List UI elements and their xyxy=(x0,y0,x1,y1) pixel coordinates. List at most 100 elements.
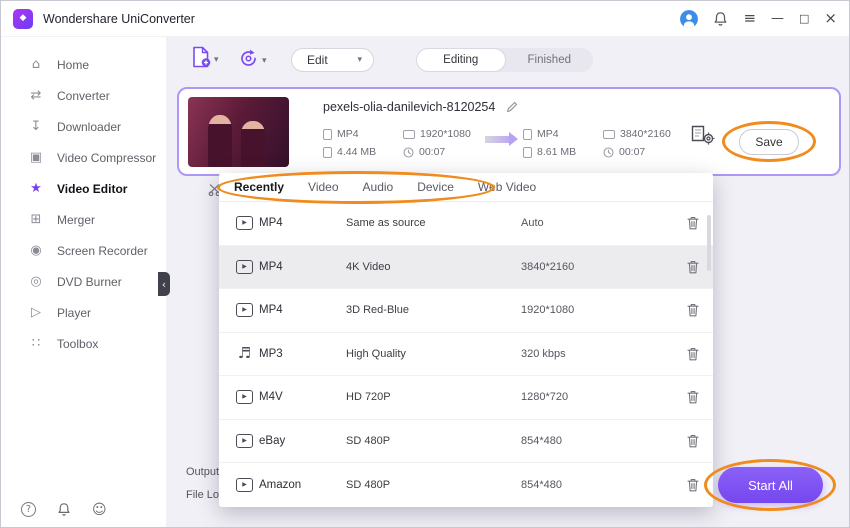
add-file-button[interactable]: ▾ xyxy=(192,46,219,68)
sidebar-item-label: Converter xyxy=(57,88,110,103)
video-format-icon: ▶ xyxy=(236,259,253,274)
sidebar-item-label: Toolbox xyxy=(57,336,99,351)
target-duration-value: 00:07 xyxy=(619,146,646,158)
format-description: HD 720P xyxy=(346,391,391,404)
sidebar-item-screen-recorder[interactable]: ◉ Screen Recorder xyxy=(1,235,166,266)
format-name: MP4 xyxy=(259,304,283,317)
tab-audio[interactable]: Audio xyxy=(363,180,394,194)
close-icon[interactable]: × xyxy=(824,11,837,26)
format-row[interactable]: ♬ MP3 High Quality 320 kbps xyxy=(219,333,713,376)
delete-icon[interactable] xyxy=(687,390,699,404)
delete-icon[interactable] xyxy=(687,347,699,361)
target-duration: 00:07 xyxy=(603,146,645,158)
convert-preset-button[interactable]: ▾ xyxy=(238,48,267,69)
start-all-button[interactable]: Start All xyxy=(718,467,823,503)
chevron-down-icon: ▾ xyxy=(357,54,362,65)
chevron-down-icon: ▾ xyxy=(262,56,267,66)
convert-arrow-icon xyxy=(485,132,518,146)
video-format-icon: ▶ xyxy=(236,433,253,448)
format-description: SD 480P xyxy=(346,478,391,491)
source-size: 4.44 MB xyxy=(323,146,376,158)
video-format-icon: ▶ xyxy=(236,216,253,231)
format-row[interactable]: ▶ M4V HD 720P 1280*720 xyxy=(219,376,713,420)
format-row[interactable]: ▶ Amazon SD 480P 854*480 xyxy=(219,463,713,507)
user-avatar[interactable] xyxy=(680,9,699,28)
music-format-icon: ♬ xyxy=(237,344,252,363)
format-quality: 1280*720 xyxy=(521,391,569,404)
sidebar-item-label: Merger xyxy=(57,212,96,227)
tab-recently[interactable]: Recently xyxy=(234,180,284,194)
file-size-icon xyxy=(323,146,332,158)
delete-icon[interactable] xyxy=(687,434,699,448)
tab-finished[interactable]: Finished xyxy=(506,48,594,72)
format-name: MP4 xyxy=(259,260,283,273)
sidebar-item-converter[interactable]: ⇄ Converter xyxy=(1,80,166,111)
notification-icon[interactable] xyxy=(713,11,728,27)
target-size-value: 8.61 MB xyxy=(537,146,577,158)
sidebar-item-downloader[interactable]: ↧ Downloader xyxy=(1,111,166,142)
delete-icon[interactable] xyxy=(687,216,699,230)
sidebar-item-dvd-burner[interactable]: ◎ DVD Burner xyxy=(1,266,166,297)
output-label: Output xyxy=(186,466,220,478)
menu-icon[interactable]: ≡ xyxy=(743,11,756,26)
feedback-smiley-icon[interactable]: ☺ xyxy=(92,503,107,517)
format-name: M4V xyxy=(259,391,283,404)
delete-icon[interactable] xyxy=(687,303,699,317)
titlebar-controls: ≡ — □ × xyxy=(680,9,837,28)
sidebar-item-video-compressor[interactable]: ▣ Video Compressor xyxy=(1,142,166,173)
monitor-icon xyxy=(603,129,615,139)
add-file-icon xyxy=(193,46,211,68)
format-description: Same as source xyxy=(346,217,426,230)
tab-web-video[interactable]: Web Video xyxy=(478,180,536,194)
format-row-selected[interactable]: ▶ MP4 4K Video 3840*2160 xyxy=(219,245,713,289)
delete-icon[interactable] xyxy=(687,260,699,274)
sidebar-item-merger[interactable]: ⊞ Merger xyxy=(1,204,166,235)
bell-icon[interactable] xyxy=(57,502,71,517)
recorder-icon: ◉ xyxy=(30,243,42,258)
source-duration-value: 00:07 xyxy=(419,146,446,158)
tab-video[interactable]: Video xyxy=(308,180,338,194)
file-format-icon xyxy=(523,128,532,140)
source-format: MP4 xyxy=(323,128,359,140)
app-window: ◆ Wondershare UniConverter ≡ — □ × ⌂ Hom… xyxy=(0,0,850,528)
sidebar-item-label: Downloader xyxy=(57,119,122,134)
sidebar-item-label: Player xyxy=(57,305,92,320)
source-resolution-value: 1920*1080 xyxy=(420,128,471,140)
video-format-icon: ▶ xyxy=(236,303,253,318)
sidebar-item-player[interactable]: ▷ Player xyxy=(1,297,166,328)
tab-device[interactable]: Device xyxy=(417,180,454,194)
video-format-icon: ▶ xyxy=(236,477,253,492)
video-thumbnail xyxy=(188,97,289,167)
format-name: MP3 xyxy=(259,347,283,360)
save-button[interactable]: Save xyxy=(739,129,799,155)
format-panel-tabs: Recently Video Audio Device Web Video xyxy=(219,173,713,202)
format-quality: 854*480 xyxy=(521,434,562,447)
sidebar-item-toolbox[interactable]: ∷ Toolbox xyxy=(1,328,166,359)
format-row[interactable]: ▶ MP4 Same as source Auto xyxy=(219,202,713,246)
delete-icon[interactable] xyxy=(687,478,699,492)
format-name: MP4 xyxy=(259,217,283,230)
format-row[interactable]: ▶ MP4 3D Red-Blue 1920*1080 xyxy=(219,289,713,333)
video-format-icon: ▶ xyxy=(236,390,253,405)
help-icon[interactable]: ? xyxy=(21,502,36,517)
maximize-icon[interactable]: □ xyxy=(799,13,809,24)
sidebar-item-home[interactable]: ⌂ Home xyxy=(1,49,166,80)
sidebar-item-label: Video Editor xyxy=(57,181,128,196)
format-row[interactable]: ▶ eBay SD 480P 854*480 xyxy=(219,420,713,463)
sidebar-collapse-handle[interactable]: ‹ xyxy=(158,272,170,296)
minimize-icon[interactable]: — xyxy=(771,12,784,25)
target-format-value: MP4 xyxy=(537,128,559,140)
edit-dropdown[interactable]: Edit ▾ xyxy=(291,48,374,72)
format-quality: 854*480 xyxy=(521,478,562,491)
output-settings-icon[interactable] xyxy=(691,125,715,150)
sidebar-item-video-editor[interactable]: ★ Video Editor xyxy=(1,173,166,204)
rename-pencil-icon[interactable] xyxy=(506,101,518,113)
panel-scrollbar[interactable] xyxy=(707,215,711,271)
format-name: Amazon xyxy=(259,478,302,491)
target-size: 8.61 MB xyxy=(523,146,576,158)
clock-icon xyxy=(603,146,614,158)
home-icon: ⌂ xyxy=(31,57,41,72)
sidebar-item-label: Screen Recorder xyxy=(57,243,148,258)
tab-editing[interactable]: Editing xyxy=(416,48,506,72)
dvd-icon: ◎ xyxy=(30,274,42,289)
